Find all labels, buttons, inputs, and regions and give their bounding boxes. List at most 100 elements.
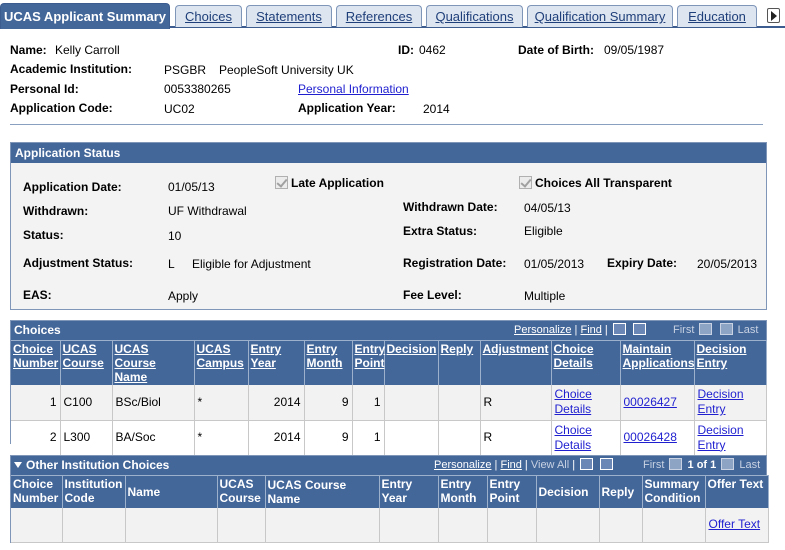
download-icon[interactable]: [612, 323, 626, 335]
tab-qualification-summary[interactable]: Qualification Summary: [527, 5, 673, 27]
application-code-value: UC02: [164, 102, 195, 116]
ucas-course-cell: C100: [60, 385, 113, 421]
entry-year-cell: 2014: [248, 420, 305, 456]
name-label: Name:: [10, 43, 47, 57]
col-decision[interactable]: Decision: [384, 340, 439, 385]
choice-details-link[interactable]: Choice Details: [555, 387, 592, 416]
choices-grid-title: Choices: [14, 323, 61, 337]
entry-point-cell: 1: [352, 385, 385, 421]
ucas-course-name-cell: [265, 507, 380, 543]
ucas-campus-cell: *: [194, 420, 249, 456]
application-year-label: Application Year:: [298, 101, 396, 115]
tab-qualifications[interactable]: Qualifications: [426, 5, 523, 27]
col-summary-condition: Summary Condition: [642, 475, 706, 508]
col-maintain-applications[interactable]: Maintain Applications: [620, 340, 695, 385]
name-cell: [125, 507, 218, 543]
tab-references[interactable]: References: [336, 5, 422, 27]
collapse-arrow-icon[interactable]: [14, 462, 22, 468]
summary-condition-cell: [642, 507, 706, 543]
col-reply[interactable]: Reply: [438, 340, 481, 385]
choices-all-transparent-label: Choices All Transparent: [535, 176, 672, 190]
choices-grid-nav: First Last: [673, 321, 758, 340]
late-application-checkbox[interactable]: [275, 176, 288, 189]
col-ucas-course: UCAS Course: [217, 475, 266, 508]
next-arrow-icon[interactable]: [719, 323, 733, 335]
maintain-applications-link[interactable]: 00026428: [624, 430, 677, 444]
expiry-date-value: 20/05/2013: [697, 257, 758, 271]
choice-details-cell: Choice Details: [551, 385, 621, 421]
decision-cell: [384, 420, 439, 456]
institution-name: PeopleSoft University UK: [219, 63, 354, 77]
adjustment-status-description: Eligible for Adjustment: [192, 257, 311, 271]
entry-month-cell: 9: [304, 420, 353, 456]
registration-date-label: Registration Date:: [403, 256, 507, 270]
other-find-link[interactable]: Find: [500, 459, 521, 471]
status-value: 10: [168, 229, 182, 243]
choices-personalize-link[interactable]: Personalize: [514, 324, 571, 336]
ucas-course-name-cell: BSc/Biol: [112, 385, 195, 421]
tab-choices[interactable]: Choices: [175, 5, 242, 27]
reply-cell: [438, 385, 481, 421]
ucas-course-cell: [217, 507, 266, 543]
download-icon[interactable]: [580, 458, 594, 470]
col-entry-point[interactable]: Entry Point: [352, 340, 385, 385]
entry-year-cell: [379, 507, 439, 543]
decision-entry-link[interactable]: Decision Entry: [698, 423, 744, 452]
other-personalize-link[interactable]: Personalize: [434, 459, 491, 471]
choices-grid: Choices Personalize | Find | First Last …: [10, 320, 767, 456]
offer-text-link[interactable]: Offer Text: [709, 517, 761, 531]
late-application-label: Late Application: [291, 176, 384, 190]
col-decision: Decision: [536, 475, 600, 508]
choices-table: Choice Number UCAS Course UCAS Course Na…: [11, 340, 767, 456]
col-choice-details[interactable]: Choice Details: [551, 340, 621, 385]
tab-ucas-applicant-summary[interactable]: UCAS Applicant Summary: [0, 3, 170, 29]
decision-entry-cell: Decision Entry: [694, 420, 767, 456]
col-ucas-course-name[interactable]: UCAS Course Name: [112, 340, 195, 385]
decision-entry-link[interactable]: Decision Entry: [698, 387, 744, 416]
personal-information-link[interactable]: Personal Information: [298, 82, 409, 96]
adjustment-status-label: Adjustment Status:: [23, 256, 134, 270]
col-decision-entry[interactable]: Decision Entry: [694, 340, 767, 385]
status-label: Status:: [23, 228, 64, 242]
choices-first-label: First: [673, 324, 695, 336]
col-entry-month: Entry Month: [438, 475, 488, 508]
other-choices-grid-title: Other Institution Choices: [26, 458, 170, 472]
page-tabs: UCAS Applicant Summary Choices Statement…: [0, 0, 785, 29]
other-row-count: 1 of 1: [687, 459, 717, 471]
choices-grid-tools: Personalize | Find |: [514, 321, 648, 340]
col-entry-month[interactable]: Entry Month: [304, 340, 353, 385]
col-entry-year[interactable]: Entry Year: [248, 340, 305, 385]
eas-value: Apply: [168, 289, 199, 303]
grid-view-icon[interactable]: [632, 323, 646, 335]
choices-find-link[interactable]: Find: [580, 324, 601, 336]
tab-statements[interactable]: Statements: [246, 5, 332, 27]
maintain-applications-link[interactable]: 00026427: [624, 395, 677, 409]
col-choice-number: Choice Number: [11, 475, 63, 508]
next-arrow-icon[interactable]: [721, 458, 735, 470]
institution-code: PSGBR: [164, 63, 207, 77]
previous-arrow-icon[interactable]: [699, 323, 713, 335]
maintain-applications-cell: 00026428: [620, 420, 695, 456]
grid-view-icon[interactable]: [600, 458, 614, 470]
col-adjustment[interactable]: Adjustment: [480, 340, 552, 385]
previous-arrow-icon[interactable]: [669, 458, 683, 470]
col-ucas-course[interactable]: UCAS Course: [60, 340, 113, 385]
col-ucas-campus[interactable]: UCAS Campus: [194, 340, 249, 385]
choices-all-transparent-checkbox[interactable]: [519, 176, 532, 189]
entry-point-cell: [487, 507, 537, 543]
withdrawn-value: UF Withdrawal: [168, 204, 247, 218]
tab-scroll-right-button[interactable]: [767, 8, 780, 23]
expiry-date-label: Expiry Date:: [607, 256, 678, 270]
col-institution-code: Institution Code: [62, 475, 126, 508]
application-date-value: 01/05/13: [168, 180, 215, 194]
application-status-title: Application Status: [11, 143, 766, 163]
choice-details-link[interactable]: Choice Details: [555, 423, 592, 452]
other-last-label: Last: [739, 459, 761, 471]
col-ucas-course-name: UCAS Course Name: [265, 475, 380, 508]
col-choice-number[interactable]: Choice Number: [11, 340, 61, 385]
choice-details-cell: Choice Details: [551, 420, 621, 456]
offer-text-cell: Offer Text: [705, 507, 769, 543]
withdrawn-date-label: Withdrawn Date:: [403, 200, 498, 214]
tab-education[interactable]: Education: [677, 5, 757, 27]
withdrawn-label: Withdrawn:: [23, 204, 89, 218]
